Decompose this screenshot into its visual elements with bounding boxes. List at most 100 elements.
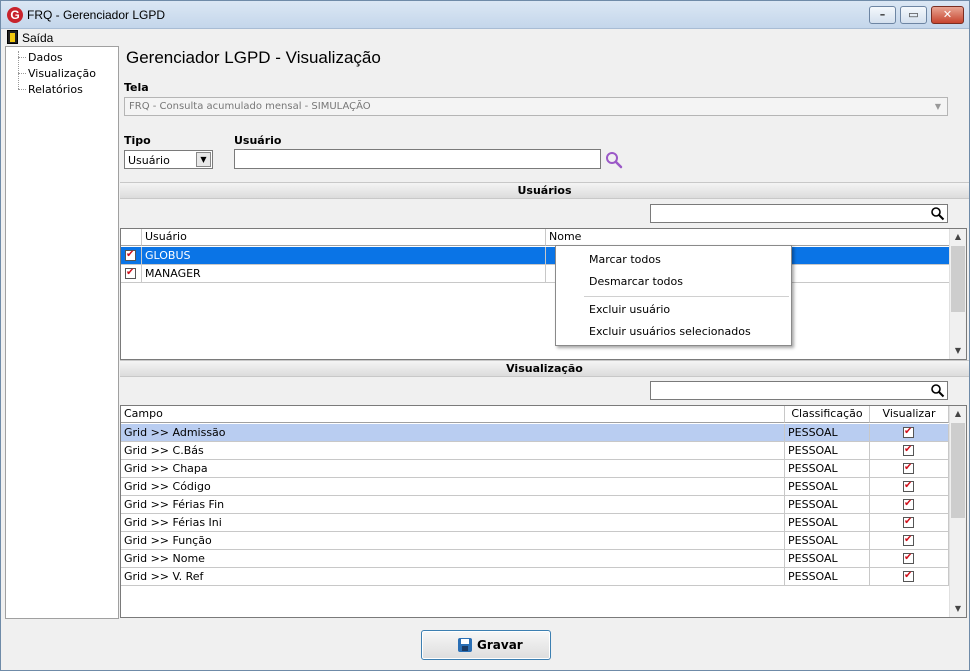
nav-item-relatorios[interactable]: Relatórios <box>28 83 83 96</box>
table-row[interactable]: Grid >> Férias Fin PESSOAL <box>121 496 949 514</box>
tree-connector <box>18 89 26 90</box>
table-row[interactable]: Grid >> V. Ref PESSOAL <box>121 568 949 586</box>
tree-connector <box>18 73 26 74</box>
tree-connector <box>18 57 26 58</box>
nav-item-dados[interactable]: Dados <box>28 51 63 64</box>
cell-campo: Grid >> Nome <box>121 550 785 568</box>
usuarios-scrollbar[interactable]: ▲ ▼ <box>949 229 966 359</box>
cell-classificacao: PESSOAL <box>785 496 870 514</box>
search-icon[interactable] <box>605 151 623 169</box>
cell-usuario: GLOBUS <box>142 247 546 265</box>
table-row[interactable]: Grid >> Função PESSOAL <box>121 532 949 550</box>
title-bar[interactable]: G FRQ - Gerenciador LGPD – ▭ ✕ <box>1 1 969 29</box>
cell-visualizar[interactable] <box>870 568 949 586</box>
usuarios-section-header: Usuários <box>120 182 969 199</box>
scroll-thumb[interactable] <box>951 423 965 518</box>
chevron-down-icon: ▼ <box>934 102 942 111</box>
scroll-up-icon[interactable]: ▲ <box>950 229 966 245</box>
grid-header-usuario[interactable]: Usuário <box>142 229 546 246</box>
navigation-tree: Dados Visualização Relatórios <box>5 46 119 619</box>
tela-select[interactable]: FRQ - Consulta acumulado mensal - SIMULA… <box>124 97 948 116</box>
minimize-icon: – <box>879 8 886 21</box>
checkbox-checked[interactable] <box>903 426 914 438</box>
menu-item-marcar-todos[interactable]: Marcar todos <box>589 253 661 266</box>
visualizacao-scrollbar[interactable]: ▲ ▼ <box>949 406 966 617</box>
checkbox-checked[interactable] <box>903 462 914 474</box>
usuario-input[interactable] <box>234 149 601 169</box>
page-title: Gerenciador LGPD - Visualização <box>126 48 381 67</box>
cell-campo: Grid >> Função <box>121 532 785 550</box>
search-icon[interactable] <box>930 383 945 398</box>
table-row[interactable]: Grid >> Chapa PESSOAL <box>121 460 949 478</box>
cell-visualizar[interactable] <box>870 550 949 568</box>
checkbox-checked[interactable] <box>903 444 914 456</box>
cell-classificacao: PESSOAL <box>785 460 870 478</box>
main-window: G FRQ - Gerenciador LGPD – ▭ ✕ Saída Dad… <box>0 0 970 671</box>
save-button[interactable]: Gravar <box>421 630 551 660</box>
menu-exit[interactable]: Saída <box>22 31 53 45</box>
cell-visualizar[interactable] <box>870 532 949 550</box>
usuario-label: Usuário <box>234 134 282 147</box>
menu-item-excluir-selecionados[interactable]: Excluir usuários selecionados <box>589 325 751 338</box>
menu-bar: Saída <box>1 29 969 46</box>
cell-visualizar[interactable] <box>870 478 949 496</box>
cell-visualizar[interactable] <box>870 424 949 442</box>
table-row[interactable]: Grid >> Código PESSOAL <box>121 478 949 496</box>
scroll-up-icon[interactable]: ▲ <box>950 406 966 422</box>
chevron-down-icon[interactable]: ▼ <box>196 152 211 167</box>
visualizacao-filter-input[interactable] <box>650 381 948 400</box>
tipo-select[interactable]: Usuário ▼ <box>124 150 213 169</box>
checkbox-checked[interactable] <box>903 570 914 582</box>
row-check-cell[interactable] <box>121 265 142 283</box>
cell-visualizar[interactable] <box>870 514 949 532</box>
maximize-icon: ▭ <box>908 8 919 21</box>
usuarios-grid: Usuário Nome GLOBUS MANAGER ▲ ▼ <box>120 228 967 360</box>
minimize-button[interactable]: – <box>869 6 896 24</box>
table-row[interactable]: Grid >> Nome PESSOAL <box>121 550 949 568</box>
menu-item-desmarcar-todos[interactable]: Desmarcar todos <box>589 275 683 288</box>
grid-header-nome[interactable]: Nome <box>546 229 951 246</box>
checkbox-checked[interactable] <box>903 552 914 564</box>
checkbox-checked[interactable] <box>903 480 914 492</box>
grid-header-check <box>121 229 142 246</box>
save-button-label: Gravar <box>477 638 523 652</box>
grid-header-campo[interactable]: Campo <box>121 406 785 423</box>
checkbox-checked[interactable] <box>903 498 914 510</box>
app-logo-icon: G <box>7 7 23 23</box>
tipo-label: Tipo <box>124 134 151 147</box>
menu-item-excluir-usuario[interactable]: Excluir usuário <box>589 303 670 316</box>
cell-classificacao: PESSOAL <box>785 532 870 550</box>
scroll-thumb[interactable] <box>951 246 965 312</box>
checkbox-checked[interactable] <box>125 267 136 279</box>
search-icon[interactable] <box>930 206 945 221</box>
menu-separator <box>584 296 789 297</box>
cell-visualizar[interactable] <box>870 442 949 460</box>
maximize-button[interactable]: ▭ <box>900 6 927 24</box>
close-button[interactable]: ✕ <box>931 6 964 24</box>
table-row[interactable]: MANAGER <box>121 265 950 283</box>
grid-header-visualizar[interactable]: Visualizar <box>870 406 949 423</box>
table-row[interactable]: Grid >> Admissão PESSOAL <box>121 424 949 442</box>
tela-select-value: FRQ - Consulta acumulado mensal - SIMULA… <box>129 101 371 112</box>
table-row[interactable]: Grid >> C.Bás PESSOAL <box>121 442 949 460</box>
table-row[interactable]: Grid >> Férias Ini PESSOAL <box>121 514 949 532</box>
nav-item-visualizacao[interactable]: Visualização <box>28 67 96 80</box>
cell-classificacao: PESSOAL <box>785 478 870 496</box>
window-title: FRQ - Gerenciador LGPD <box>27 8 166 22</box>
floppy-disk-icon <box>458 638 472 652</box>
checkbox-checked[interactable] <box>903 534 914 546</box>
grid-header-classificacao[interactable]: Classificação <box>785 406 870 423</box>
row-check-cell[interactable] <box>121 247 142 265</box>
visualizacao-section-header: Visualização <box>120 360 969 377</box>
scroll-down-icon[interactable]: ▼ <box>950 601 966 617</box>
table-row[interactable]: GLOBUS <box>121 247 950 265</box>
checkbox-checked[interactable] <box>903 516 914 528</box>
checkbox-checked[interactable] <box>125 249 136 261</box>
close-icon: ✕ <box>942 8 953 21</box>
cell-visualizar[interactable] <box>870 496 949 514</box>
cell-campo: Grid >> V. Ref <box>121 568 785 586</box>
usuarios-filter-input[interactable] <box>650 204 948 223</box>
scroll-down-icon[interactable]: ▼ <box>950 343 966 359</box>
tipo-select-value: Usuário <box>128 154 170 167</box>
cell-visualizar[interactable] <box>870 460 949 478</box>
